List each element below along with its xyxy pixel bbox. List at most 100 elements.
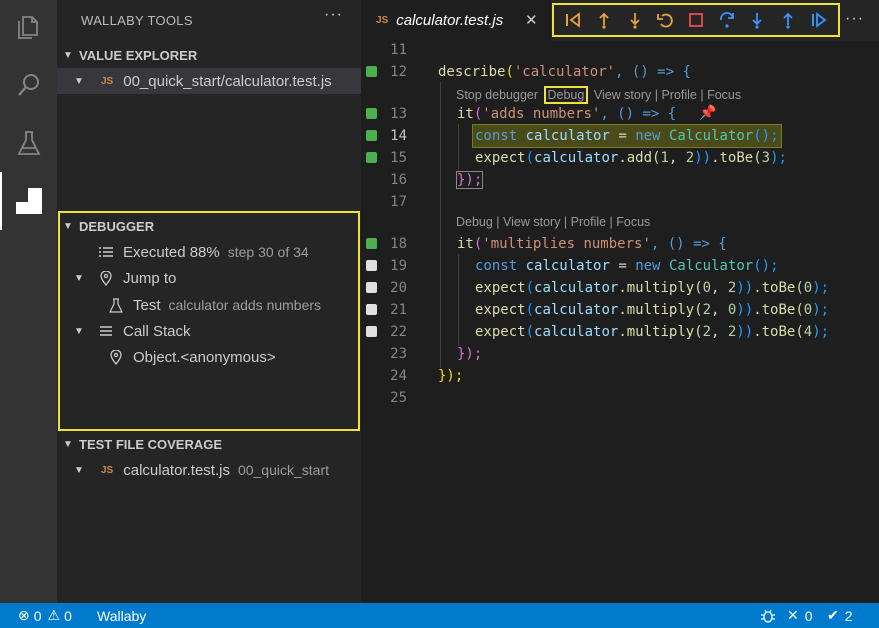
line-number: 22 (390, 324, 407, 340)
value-explorer-file-label: 00_quick_start/calculator.test.js (123, 72, 332, 90)
code-line-13[interactable]: 13 it('adds numbers', () => { 📌 (361, 103, 879, 125)
step-back-icon[interactable] (562, 9, 584, 31)
step-into-icon[interactable] (746, 9, 768, 31)
passed-tests-indicator[interactable]: ✔ 2 (827, 603, 853, 628)
code-line-18[interactable]: 18 it('multiplies numbers', () => { (361, 233, 879, 255)
code-line-20[interactable]: 20 expect(calculator.multiply(0, 2)).toB… (361, 277, 879, 299)
line-number: 13 (390, 106, 407, 122)
restart-icon[interactable] (654, 9, 676, 31)
passed-count: 2 (844, 607, 853, 624)
line-number: 16 (390, 172, 407, 188)
chevron-down-icon: ▼ (74, 75, 84, 87)
line-number: 23 (390, 346, 407, 362)
debug-link[interactable]: Debug (543, 86, 589, 104)
chevron-down-icon: ▼ (63, 49, 73, 61)
lens-actions[interactable]: View story | Profile | Focus (594, 88, 741, 102)
coverage-file[interactable]: ▼ JS calculator.test.js 00_quick_start (57, 457, 361, 483)
sidebar: WALLABY TOOLS ··· ▼ VALUE EXPLORER ▼ JS … (57, 0, 361, 603)
status-bar: ⊗ 0 ⚠ 0 Wallaby ✕ 0 ✔ 2 (0, 603, 879, 628)
sidebar-more-icon[interactable]: ··· (324, 6, 343, 24)
line-number: 12 (390, 64, 407, 80)
step-over-icon[interactable] (716, 9, 738, 31)
debug-toolbar (552, 3, 840, 37)
coverage-header[interactable]: ▼ TEST FILE COVERAGE (57, 433, 361, 455)
stop-icon[interactable] (685, 9, 707, 31)
problems-indicator[interactable]: ⊗ 0 ⚠ 0 (18, 603, 72, 628)
code-text: it('adds numbers', () => { (457, 106, 677, 122)
code-text: expect(calculator.add(1, 2)).toBe(3); (475, 150, 787, 166)
code-text: expect(calculator.multiply(2, 2)).toBe(4… (475, 324, 830, 340)
wallaby-status[interactable]: Wallaby (97, 603, 146, 628)
value-explorer-file[interactable]: ▼ JS 00_quick_start/calculator.test.js (57, 68, 361, 94)
failed-x-icon: ✕ (787, 607, 799, 623)
js-file-icon: JS (376, 15, 389, 26)
step-out-back-icon[interactable] (593, 9, 615, 31)
line-number: 14 (390, 128, 407, 144)
line-number: 25 (390, 390, 407, 406)
code-line-19[interactable]: 19 const calculator = new Calculator(); (361, 255, 879, 277)
code-text: }); (457, 346, 483, 362)
code-text: }); (438, 368, 464, 384)
warning-icon: ⚠ (47, 607, 61, 623)
failed-tests-indicator[interactable]: ✕ 0 (787, 603, 813, 628)
line-number: 15 (390, 150, 407, 166)
code-text: const calculator = new Calculator(); (475, 258, 779, 274)
close-icon[interactable]: ✕ (525, 11, 538, 29)
sidebar-title: WALLABY TOOLS (81, 13, 193, 28)
coverage-title: TEST FILE COVERAGE (79, 436, 223, 452)
check-icon: ✔ (827, 607, 839, 623)
codelens-2[interactable]: Debug | View story | Profile | Focus (456, 215, 650, 229)
code-line-21[interactable]: 21 expect(calculator.multiply(2, 0)).toB… (361, 299, 879, 321)
error-icon: ⊗ (18, 607, 30, 623)
js-file-icon: JS (101, 75, 114, 87)
code-text: describe('calculator', () => { (438, 64, 691, 80)
js-file-icon: JS (101, 464, 114, 476)
error-count: 0 (33, 607, 42, 624)
line-number: 17 (390, 194, 407, 210)
code-text: }); (455, 171, 484, 189)
code-line-24[interactable]: 24 }); (361, 365, 879, 387)
code-text: it('multiplies numbers', () => { (457, 236, 727, 252)
pin-icon[interactable]: 📌 (699, 105, 716, 121)
wallaby-icon[interactable] (12, 184, 46, 218)
testing-flask-icon[interactable] (12, 126, 46, 160)
activity-bar (0, 0, 57, 603)
coverage-file-desc: 00_quick_start (237, 462, 330, 478)
bug-icon[interactable] (760, 603, 776, 628)
line-number: 19 (390, 258, 407, 274)
line-number: 11 (390, 42, 407, 58)
line-number: 21 (390, 302, 407, 318)
code-line-17[interactable]: 17 (361, 191, 879, 213)
code-line-22[interactable]: 22 expect(calculator.multiply(2, 2)).toB… (361, 321, 879, 343)
code-line-15[interactable]: 15 expect(calculator.add(1, 2)).toBe(3); (361, 147, 879, 169)
value-explorer-header[interactable]: ▼ VALUE EXPLORER (57, 44, 361, 66)
line-number: 20 (390, 280, 407, 296)
code-line-16[interactable]: 16 }); (361, 169, 879, 191)
tab-title: calculator.test.js (396, 12, 504, 29)
code-line-23[interactable]: 23 }); (361, 343, 879, 365)
code-line-12[interactable]: 12 describe('calculator', () => { (361, 61, 879, 83)
active-indicator (0, 172, 2, 230)
editor-more-icon[interactable]: ··· (845, 10, 864, 28)
line-number: 18 (390, 236, 407, 252)
code-line-11[interactable]: 11 (361, 39, 879, 61)
step-into-back-icon[interactable] (624, 9, 646, 31)
debugger-highlight-box (58, 211, 360, 431)
code-line-25[interactable]: 25 (361, 387, 879, 409)
continue-icon[interactable] (808, 9, 830, 31)
code-line-14[interactable]: 14 const calculator = new Calculator(); (361, 124, 879, 148)
warning-count: 0 (64, 607, 72, 624)
explorer-icon[interactable] (12, 10, 46, 44)
stop-debugger-link[interactable]: Stop debugger (456, 88, 538, 102)
search-icon[interactable] (12, 68, 46, 102)
chevron-down-icon: ▼ (74, 464, 84, 476)
tab-calculator-test[interactable]: JS calculator.test.js ✕ (361, 0, 551, 41)
codelens-1: Stop debugger Debug View story | Profile… (456, 86, 741, 104)
value-explorer-title: VALUE EXPLORER (79, 47, 198, 63)
chevron-down-icon: ▼ (63, 438, 73, 450)
coverage-file-label: calculator.test.js (123, 461, 230, 479)
step-out-icon[interactable] (777, 9, 799, 31)
code-text: expect(calculator.multiply(2, 0)).toBe(0… (475, 302, 830, 318)
app-window: WALLABY TOOLS ··· ▼ VALUE EXPLORER ▼ JS … (0, 0, 879, 628)
code-text-current: const calculator = new Calculator(); (472, 124, 782, 148)
